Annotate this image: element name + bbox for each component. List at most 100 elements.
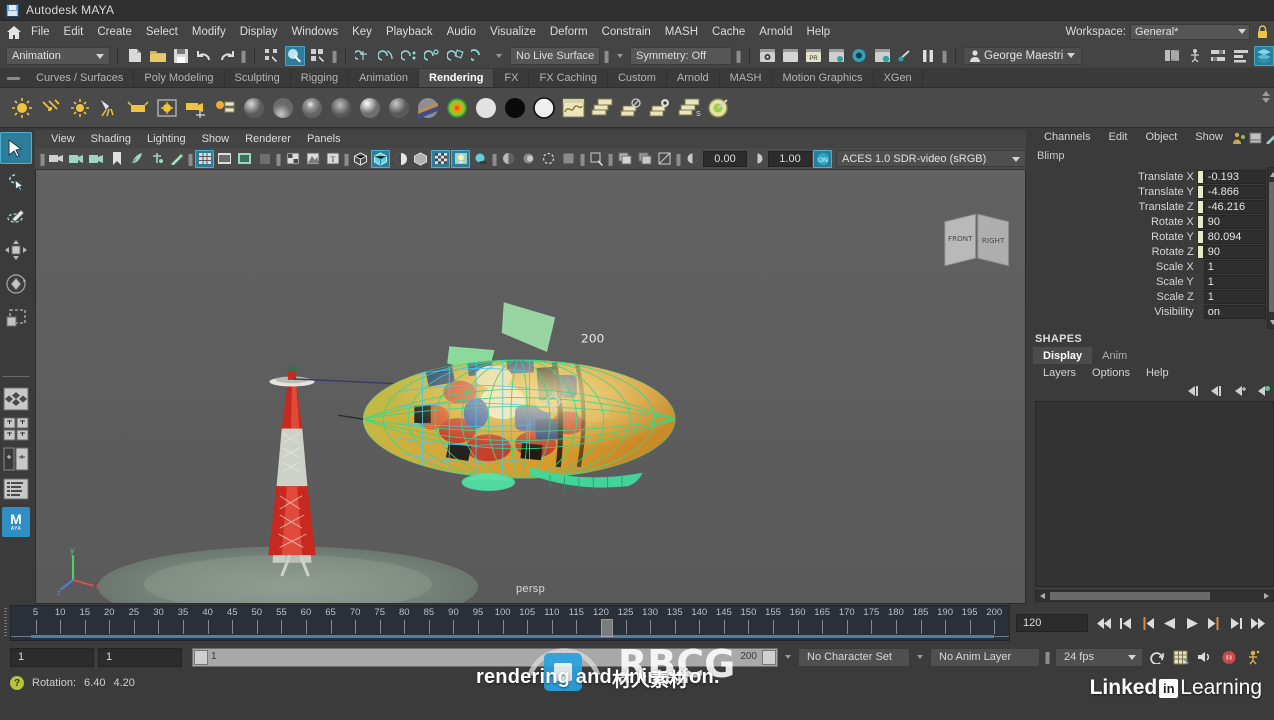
options-menu[interactable]: Options <box>1084 367 1138 379</box>
shelf-tab-arnold[interactable]: Arnold <box>667 69 720 87</box>
character-icon[interactable] <box>1243 647 1263 667</box>
shadows-icon[interactable] <box>471 150 490 168</box>
gate-mask-icon[interactable] <box>255 150 274 168</box>
tool-settings-icon[interactable] <box>1231 46 1251 66</box>
lock-camera-icon[interactable] <box>67 150 86 168</box>
audio-toggle-icon[interactable] <box>1195 647 1215 667</box>
animation-preferences-icon[interactable] <box>1171 647 1191 667</box>
render-layer-s-icon[interactable]: S <box>675 92 703 124</box>
text-icon[interactable]: T <box>323 150 342 168</box>
chevron-right-icon[interactable] <box>1261 592 1272 600</box>
panel-close-icon[interactable] <box>655 150 674 168</box>
shelf-tab-sculpting[interactable]: Sculpting <box>225 69 291 87</box>
character-set-field[interactable]: No Character Set <box>798 647 910 667</box>
help-menu[interactable]: Help <box>1138 367 1177 379</box>
hypershade-window-icon[interactable] <box>559 92 587 124</box>
range-slider-left-handle[interactable] <box>194 649 208 665</box>
auto-key-icon[interactable] <box>1147 647 1167 667</box>
range-slider-right-handle[interactable] <box>762 649 776 665</box>
color-management-toggle-icon[interactable]: ON <box>813 149 832 168</box>
white-shader-icon[interactable] <box>530 92 558 124</box>
paint-select-tool[interactable] <box>0 200 32 232</box>
shaded-wireframe-icon[interactable] <box>391 150 410 168</box>
gamma-reset-icon[interactable] <box>748 150 767 168</box>
single-perspective-layout[interactable] <box>1 385 31 413</box>
redo-icon[interactable] <box>217 46 237 66</box>
bookmark-icon[interactable] <box>107 150 126 168</box>
current-frame-field[interactable]: 120 <box>1016 614 1088 632</box>
undo-icon[interactable] <box>194 46 214 66</box>
channel-row[interactable]: Translate Z -46.216 <box>1029 199 1266 214</box>
channel-value[interactable]: 1 <box>1203 274 1266 289</box>
step-back-frame-icon[interactable] <box>1116 613 1136 633</box>
tab-anim[interactable]: Anim <box>1092 347 1137 364</box>
chevron-down-icon[interactable] <box>1262 98 1270 103</box>
gamma-field[interactable]: 1.00 <box>768 150 812 167</box>
channel-row[interactable]: Scale Z 1 <box>1029 289 1266 304</box>
chevron-down-icon[interactable] <box>1269 317 1274 327</box>
channel-name[interactable]: Visibility <box>1029 306 1197 318</box>
snap-projected-center-icon[interactable] <box>422 46 442 66</box>
render-current-frame-icon[interactable] <box>757 46 777 66</box>
chevron-down-icon[interactable] <box>496 53 502 58</box>
step-back-key-icon[interactable] <box>1138 613 1158 633</box>
channel-value[interactable]: 90 <box>1203 244 1266 259</box>
exposure-reset-icon[interactable] <box>683 150 702 168</box>
snap-curve-icon[interactable] <box>376 46 396 66</box>
lights-icon[interactable] <box>451 149 470 168</box>
xray-joints-icon[interactable] <box>587 150 606 168</box>
multisample-icon[interactable] <box>539 150 558 168</box>
snap-point-icon[interactable] <box>399 46 419 66</box>
menu-set-selector[interactable]: Animation <box>6 46 110 65</box>
surface-shader-icon[interactable] <box>443 92 471 124</box>
light-toggle-icon[interactable] <box>895 46 915 66</box>
viewport-menu-show[interactable]: Show <box>194 130 238 148</box>
shelf-tab-poly-modeling[interactable]: Poly Modeling <box>134 69 225 87</box>
layer-list-hscrollbar[interactable] <box>1035 590 1274 602</box>
user-account-chip[interactable]: George Maestri <box>963 46 1083 65</box>
live-surface-field[interactable]: No Live Surface <box>510 46 600 65</box>
select-tool[interactable] <box>0 132 32 164</box>
help-icon[interactable]: ? <box>10 676 24 690</box>
menu-constrain[interactable]: Constrain <box>595 21 658 43</box>
four-view-layout[interactable] <box>1 415 31 443</box>
select-component-icon[interactable] <box>308 46 328 66</box>
phong-material-icon[interactable] <box>298 92 326 124</box>
textured-icon[interactable] <box>431 149 450 168</box>
select-hierarchy-icon[interactable] <box>262 46 282 66</box>
menu-audio[interactable]: Audio <box>440 21 483 43</box>
save-scene-icon[interactable] <box>171 46 191 66</box>
anim-layer-arrow-icon[interactable] <box>914 648 926 666</box>
menu-playback[interactable]: Playback <box>379 21 440 43</box>
menu-visualize[interactable]: Visualize <box>483 21 543 43</box>
layer-new-icon[interactable] <box>1233 384 1249 399</box>
shelf-tab-rendering[interactable]: Rendering <box>419 69 495 87</box>
ambient-light-icon[interactable] <box>8 92 36 124</box>
menu-deform[interactable]: Deform <box>543 21 595 43</box>
chevron-left-icon[interactable] <box>1037 592 1048 600</box>
open-scene-icon[interactable] <box>148 46 168 66</box>
play-forwards-icon[interactable] <box>1182 613 1202 633</box>
use-background-icon[interactable] <box>472 92 500 124</box>
workspace-selector[interactable]: Workspace: General* <box>1065 21 1270 43</box>
area-light-icon[interactable] <box>124 92 152 124</box>
rotate-tool[interactable] <box>0 268 32 300</box>
menu-arnold[interactable]: Arnold <box>752 21 799 43</box>
render-view-icon[interactable] <box>872 46 892 66</box>
character-set-arrow-icon[interactable] <box>782 648 794 666</box>
new-scene-icon[interactable] <box>125 46 145 66</box>
ramp-shader-icon[interactable] <box>414 92 442 124</box>
pause-render-icon[interactable] <box>918 46 938 66</box>
menu-modify[interactable]: Modify <box>185 21 233 43</box>
layer-next-icon[interactable] <box>1210 384 1226 399</box>
screen-space-ao-icon[interactable] <box>499 150 518 168</box>
render-settings-icon[interactable]: PR <box>803 46 823 66</box>
exposure-field[interactable]: 0.00 <box>703 150 747 167</box>
channel-row[interactable]: Rotate X 90 <box>1029 214 1266 229</box>
xray-icon[interactable] <box>303 150 322 168</box>
expression-editor-icon[interactable] <box>1264 130 1274 145</box>
channel-box-icon[interactable] <box>1254 45 1274 66</box>
render-layer-off-icon[interactable] <box>617 92 645 124</box>
move-tool[interactable] <box>0 234 32 266</box>
shelf-tab-mash[interactable]: MASH <box>720 69 773 87</box>
